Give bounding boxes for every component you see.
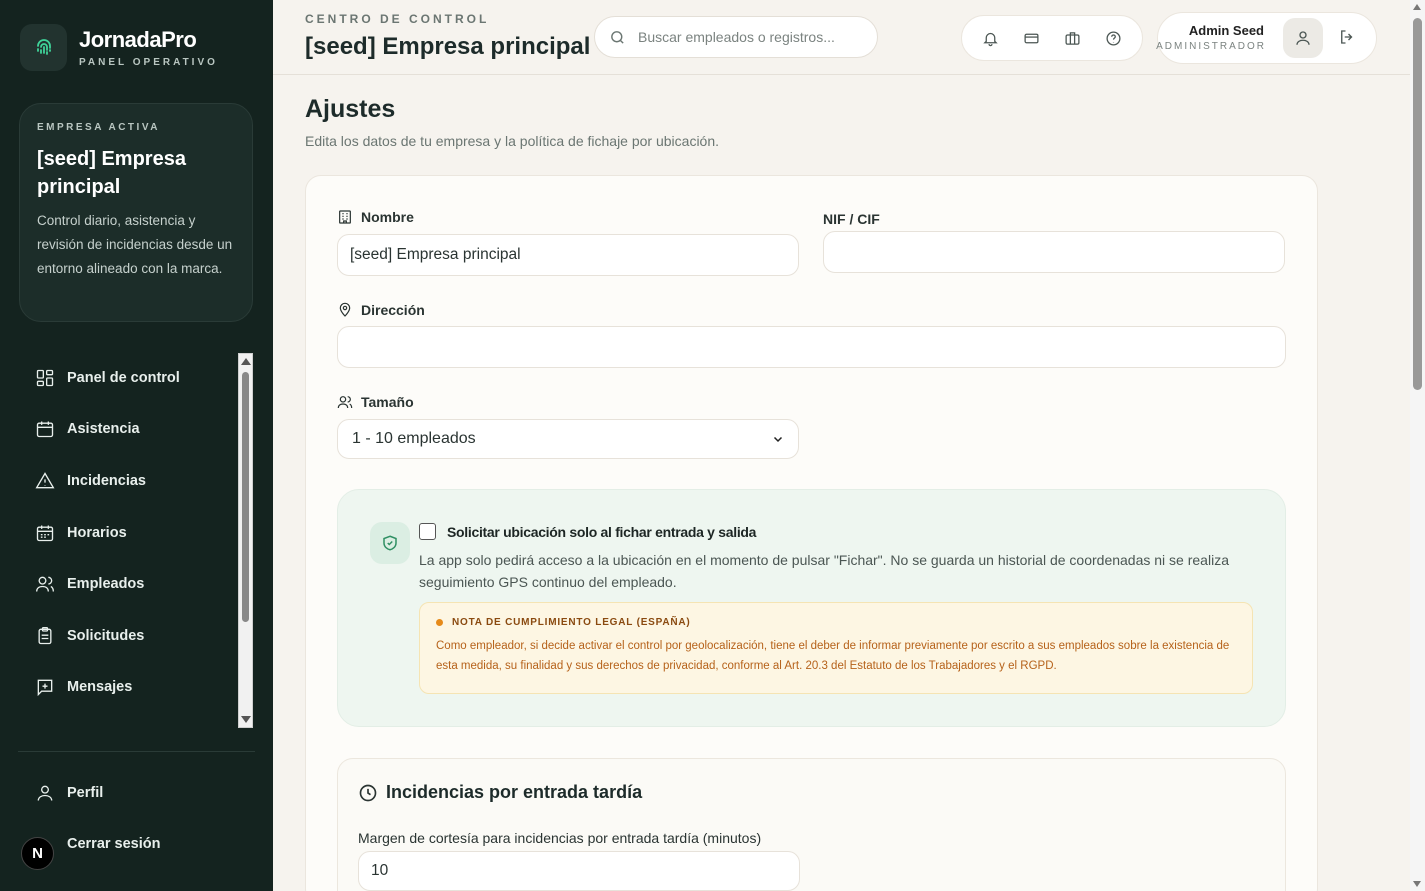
nombre-label: Nombre bbox=[337, 209, 414, 225]
clock-icon bbox=[359, 784, 377, 801]
scroll-up-arrow-icon[interactable] bbox=[1413, 4, 1421, 10]
geo-description: La app solo pedirá acceso a la ubicación… bbox=[419, 552, 1229, 590]
card-icon[interactable] bbox=[1017, 23, 1047, 53]
sidebar-item-solicitudes[interactable]: Solicitudes bbox=[20, 610, 235, 662]
sidebar-item-perfil[interactable]: Perfil bbox=[35, 783, 103, 803]
sidebar-item-panel-de-control[interactable]: Panel de control bbox=[20, 352, 235, 404]
late-margin-input[interactable] bbox=[358, 851, 800, 891]
top-header: CENTRO DE CONTROL [seed] Empresa princip… bbox=[273, 0, 1410, 75]
logout-icon[interactable] bbox=[1338, 28, 1356, 51]
building-icon bbox=[339, 210, 351, 224]
geo-checkbox[interactable] bbox=[419, 523, 436, 540]
tamano-selected-value: 1 - 10 empleados bbox=[352, 430, 476, 447]
schedule-icon bbox=[36, 525, 54, 541]
sidebar-nav: Panel de control Asistencia Incidencias … bbox=[20, 352, 235, 728]
late-margin-label: Margen de cortesía para incidencias por … bbox=[358, 830, 762, 846]
company-name: [seed] Empresa principal bbox=[37, 148, 186, 198]
sidebar-item-horarios[interactable]: Horarios bbox=[20, 507, 235, 559]
nif-label: NIF / CIF bbox=[823, 211, 880, 227]
direccion-input[interactable] bbox=[337, 326, 1286, 368]
map-pin-icon bbox=[339, 302, 351, 317]
header-title: [seed] Empresa principal bbox=[305, 33, 591, 60]
shield-check-icon bbox=[370, 522, 410, 564]
scroll-down-arrow-icon[interactable] bbox=[1413, 881, 1421, 887]
brand-name: JornadaPro bbox=[79, 27, 197, 52]
sidebar-item-cerrar-sesion[interactable]: Cerrar sesión bbox=[67, 836, 161, 852]
users-icon bbox=[337, 396, 353, 409]
legal-notice: NOTA DE CUMPLIMIENTO LEGAL (ESPAÑA) Como… bbox=[419, 602, 1253, 694]
nif-input[interactable] bbox=[823, 231, 1285, 273]
sidebar-item-mensajes[interactable]: Mensajes bbox=[20, 662, 235, 714]
sidebar-item-asistencia[interactable]: Asistencia bbox=[20, 404, 235, 456]
user-menu[interactable]: Admin Seed ADMINISTRADOR bbox=[1156, 12, 1377, 64]
user-icon bbox=[37, 785, 53, 801]
page-title: Ajustes bbox=[305, 95, 396, 123]
scrollbar-thumb[interactable] bbox=[242, 372, 249, 622]
dashboard-icon bbox=[36, 369, 54, 386]
sidebar-item-label: Cerrar sesión bbox=[67, 836, 161, 852]
fingerprint-logo-icon bbox=[20, 24, 67, 71]
active-company-card: EMPRESA ACTIVA [seed] Empresa principal … bbox=[19, 103, 253, 322]
nombre-input[interactable] bbox=[337, 234, 799, 276]
nav-divider bbox=[18, 751, 255, 752]
bell-icon[interactable] bbox=[976, 23, 1006, 53]
page-scrollbar[interactable] bbox=[1410, 0, 1425, 891]
chevron-down-icon bbox=[773, 436, 783, 443]
search-input[interactable] bbox=[638, 29, 858, 45]
sidebar: JornadaPro PANEL OPERATIVO EMPRESA ACTIV… bbox=[0, 0, 273, 891]
company-description: Control diario, asistencia y revisión de… bbox=[37, 213, 233, 276]
late-entry-title: Incidencias por entrada tardía bbox=[358, 782, 642, 803]
direccion-label: Dirección bbox=[337, 302, 425, 318]
sidebar-item-label: Horarios bbox=[67, 524, 127, 541]
legal-notice-text: Como empleador, si decide activar el con… bbox=[436, 640, 1230, 672]
brand-subtitle: PANEL OPERATIVO bbox=[79, 57, 218, 68]
user-name: Admin Seed bbox=[1188, 23, 1264, 38]
sidebar-item-label: Perfil bbox=[67, 785, 104, 801]
header-icon-group bbox=[961, 15, 1143, 61]
scrollbar-thumb[interactable] bbox=[1413, 18, 1422, 390]
help-icon[interactable] bbox=[1099, 23, 1129, 53]
sidebar-item-label: Empleados bbox=[67, 576, 145, 593]
users-icon bbox=[36, 576, 54, 592]
header-kicker: CENTRO DE CONTROL bbox=[305, 12, 490, 26]
sidebar-item-label: Panel de control bbox=[67, 369, 180, 386]
tamano-label: Tamaño bbox=[337, 394, 414, 410]
sidebar-item-incidencias[interactable]: Incidencias bbox=[20, 455, 235, 507]
sidebar-item-empleados[interactable]: Empleados bbox=[20, 558, 235, 610]
sidebar-scrollbar[interactable] bbox=[238, 353, 253, 728]
notice-dot-icon bbox=[436, 619, 443, 626]
briefcase-icon[interactable] bbox=[1058, 23, 1088, 53]
company-kicker: EMPRESA ACTIVA bbox=[37, 122, 160, 133]
page-subtitle: Edita los datos de tu empresa y la polít… bbox=[305, 133, 720, 149]
user-avatar-icon[interactable] bbox=[1283, 18, 1323, 58]
brand[interactable]: JornadaPro PANEL OPERATIVO bbox=[20, 24, 218, 71]
message-icon bbox=[37, 680, 53, 697]
calendar-icon bbox=[36, 421, 54, 438]
sidebar-item-label: Mensajes bbox=[67, 679, 133, 696]
scroll-down-arrow-icon[interactable] bbox=[241, 716, 251, 723]
warning-icon bbox=[35, 472, 55, 489]
sidebar-item-label: Asistencia bbox=[67, 421, 140, 438]
avatar[interactable]: N bbox=[21, 837, 54, 870]
sidebar-item-label: Solicitudes bbox=[67, 627, 145, 644]
clipboard-icon bbox=[38, 626, 52, 644]
tamano-select[interactable]: 1 - 10 empleados bbox=[337, 419, 799, 459]
sidebar-item-label: Incidencias bbox=[67, 472, 146, 489]
scroll-up-arrow-icon[interactable] bbox=[241, 358, 251, 365]
search-icon bbox=[611, 30, 624, 44]
geo-checkbox-label[interactable]: Solicitar ubicación solo al fichar entra… bbox=[447, 524, 756, 540]
search-box[interactable] bbox=[594, 16, 878, 58]
legal-notice-title: NOTA DE CUMPLIMIENTO LEGAL (ESPAÑA) bbox=[452, 617, 691, 628]
user-role: ADMINISTRADOR bbox=[1156, 41, 1266, 52]
